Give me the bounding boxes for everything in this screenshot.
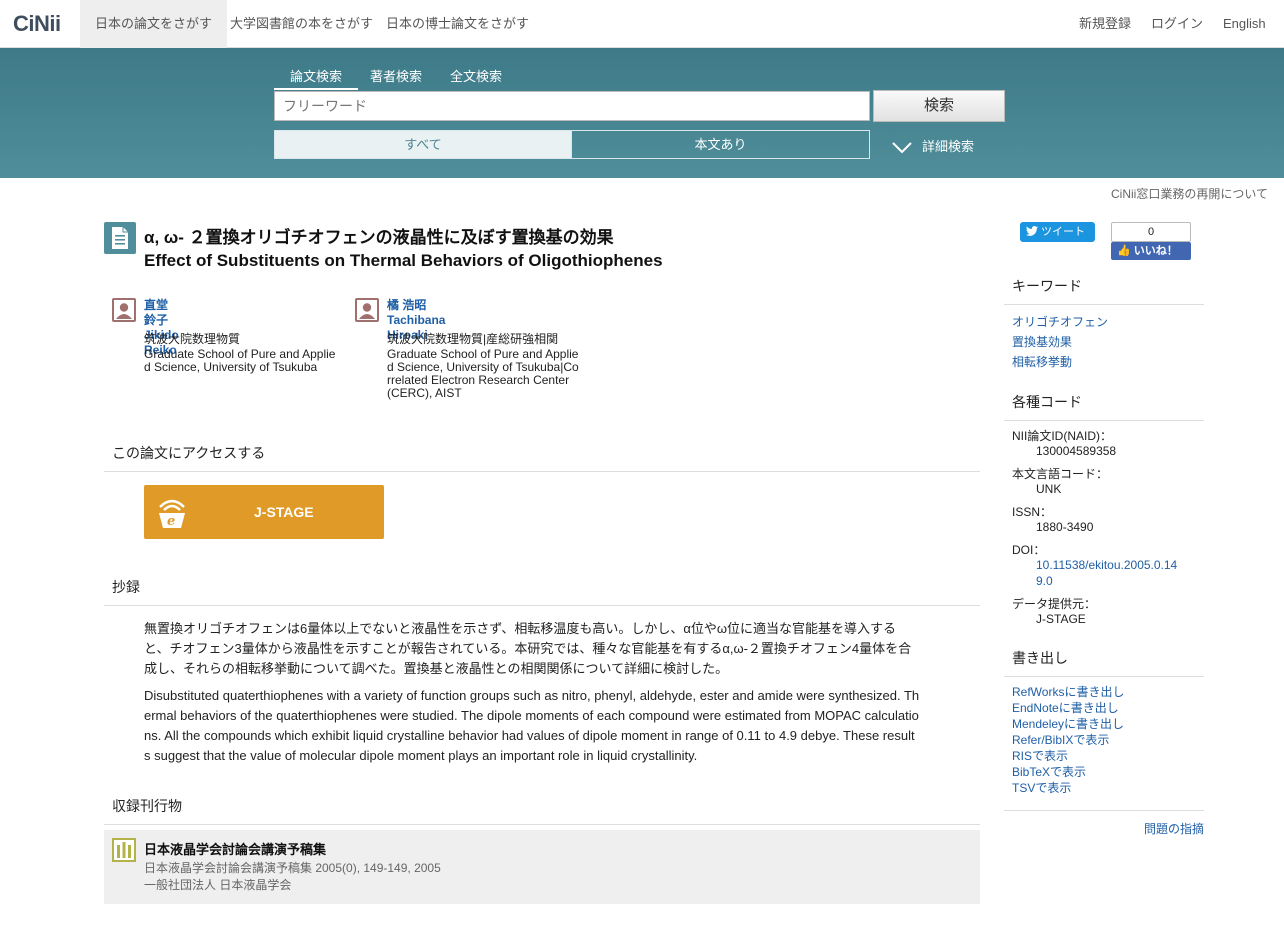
naid-label: NII論文ID(NAID)： [1012,429,1112,443]
nav-tab-articles[interactable]: 日本の論文をさがす [80,0,228,48]
language-link[interactable]: English [1223,0,1266,48]
chevron-down-icon [892,141,912,153]
author-name-ja[interactable]: 橘 浩昭 [387,298,445,313]
like-count: 0 [1111,222,1191,242]
author-name-ja[interactable]: 直堂 鈴子 [144,298,179,328]
export-refworks-link[interactable]: RefWorksに書き出し [1012,683,1124,700]
advanced-search-toggle[interactable]: 詳細検索 [892,136,974,155]
search-button[interactable]: 検索 [873,90,1005,122]
language-code-value: UNK [1036,482,1062,496]
jstage-logo-icon: e [159,499,185,529]
data-provider-value: J-STAGE [1036,612,1086,626]
document-icon [104,222,136,254]
export-endnote-link[interactable]: EndNoteに書き出し [1012,699,1119,716]
register-link[interactable]: 新規登録 [1079,0,1131,48]
top-navigation: CiNii 日本の論文をさがす 大学図書館の本をさがす 日本の博士論文をさがす … [0,0,1284,48]
journal-name[interactable]: 日本液晶学会討論会講演予稿集 [144,839,326,858]
language-code-label: 本文言語コード： [1012,467,1109,481]
search-band: 論文検索 著者検索 全文検索 検索 すべて 本文あり 詳細検索 [0,48,1284,178]
author-affiliation-en: Graduate School of Pure and Applied Scie… [387,347,579,400]
filter-all-button[interactable]: すべて [274,130,572,159]
twitter-bird-icon [1026,226,1038,236]
svg-text:e: e [167,514,175,529]
author-affiliation-en: Graduate School of Pure and Applied Scie… [144,347,336,374]
search-tab-articles[interactable]: 論文検索 [274,66,359,90]
article-title-ja: α, ω- ２置換オリゴチオフェンの液晶性に及ぼす置換基の効果 [144,228,614,247]
journal-publisher: 一般社団法人 日本液晶学会 [144,878,292,892]
keyword-link[interactable]: 相転移挙動 [1012,353,1072,370]
report-problem-link[interactable]: 問題の指摘 [1144,820,1204,837]
keyword-link[interactable]: オリゴチオフェン [1012,313,1108,330]
tweet-button[interactable]: ツイート [1020,222,1095,242]
journal-meta: 日本液晶学会討論会講演予稿集 2005(0), 149-149, 2005 一般… [144,860,441,894]
doi-label: DOI： [1012,543,1046,557]
export-tsv-link[interactable]: TSVで表示 [1012,779,1071,796]
like-widget[interactable]: 0 👍 いいね！ [1111,222,1191,262]
keywords-heading: キーワード [1004,276,1204,305]
like-label: いいね！ [1133,245,1178,257]
jstage-button[interactable]: e J-STAGE [144,485,384,539]
search-tab-fulltext[interactable]: 全文検索 [450,66,502,85]
author-affiliation-ja: 筑波大院数理物質|産総研強相関 [387,332,559,346]
data-provider-label: データ提供元： [1012,597,1097,611]
export-mendeley-link[interactable]: Mendeleyに書き出し [1012,715,1124,732]
journal-icon [112,838,136,862]
thumbs-up-icon: 👍 [1117,245,1131,257]
abstract-ja: 無置換オリゴチオフェンは6量体以上でないと液晶性を示さず、相転移温度も高い。しか… [144,621,912,676]
nav-tab-books[interactable]: 大学図書館の本をさがす [215,0,388,48]
author-affiliation: 筑波大院数理物質 Graduate School of Pure and Appl… [144,333,336,374]
journal-issue: 日本液晶学会討論会講演予稿集 2005(0), 149-149, 2005 [144,861,441,875]
search-tab-authors[interactable]: 著者検索 [370,66,422,85]
author-avatar-icon [112,298,136,322]
keyword-link[interactable]: 置換基効果 [1012,333,1072,350]
filter-fulltext-button[interactable]: 本文あり [571,130,870,159]
journal-heading: 収録刊行物 [104,796,980,825]
nav-tab-dissertations[interactable]: 日本の博士論文をさがす [371,0,544,48]
search-input[interactable] [274,91,870,121]
doi-link[interactable]: 10.11538/ekitou.2005.0.149.0 [1036,557,1186,589]
export-heading: 書き出し [1004,648,1204,677]
notice-link[interactable]: CiNii窓口業務の再開について [1111,185,1268,202]
codes-heading: 各種コード [1004,392,1204,421]
access-heading: この論文にアクセスする [104,443,980,472]
abstract-en: Disubstituted quaterthiophenes with a va… [144,688,920,763]
article-title-en: Effect of Substituents on Thermal Behavi… [144,251,663,270]
abstract-heading: 抄録 [104,577,980,606]
jstage-label: J-STAGE [254,504,314,520]
export-ris-link[interactable]: RISで表示 [1012,747,1068,764]
journal-card: 日本液晶学会討論会講演予稿集 日本液晶学会討論会講演予稿集 2005(0), 1… [104,830,980,904]
author-affiliation: 筑波大院数理物質|産総研強相関 Graduate School of Pure a… [387,333,579,400]
issn-label: ISSN： [1012,505,1053,519]
export-refer-link[interactable]: Refer/BibIXで表示 [1012,731,1109,748]
sidebar-divider [1004,810,1204,811]
cinii-logo[interactable]: CiNii [13,11,61,37]
advanced-search-label: 詳細検索 [922,139,975,154]
author-affiliation-ja: 筑波大院数理物質 [144,332,241,346]
like-button[interactable]: 👍 いいね！ [1111,242,1191,260]
tweet-label: ツイート [1041,226,1085,238]
export-bibtex-link[interactable]: BibTeXで表示 [1012,763,1086,780]
author-avatar-icon [355,298,379,322]
naid-value: 130004589358 [1036,444,1117,458]
issn-value: 1880-3490 [1036,520,1094,534]
login-link[interactable]: ログイン [1151,0,1203,48]
